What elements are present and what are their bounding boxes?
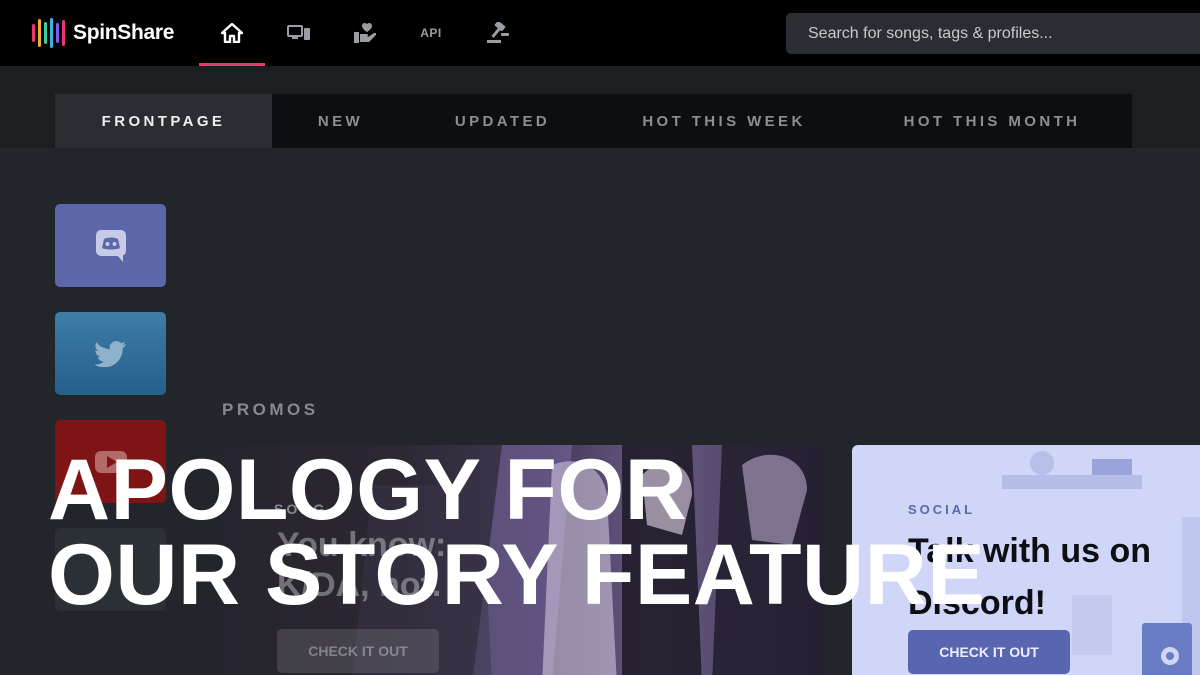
category-tab-strip: FRONTPAGE NEW UPDATED HOT THIS WEEK HOT … xyxy=(0,66,1200,148)
tab-label: NEW xyxy=(317,112,364,130)
tab-new[interactable]: NEW xyxy=(272,94,409,148)
headline-line-2: OUR STORY FEATURE xyxy=(48,527,986,623)
brand-name: SpinShare xyxy=(73,21,175,44)
tab-hot-this-month[interactable]: HOT THIS MONTH xyxy=(852,94,1132,148)
nav-home[interactable] xyxy=(199,0,265,66)
twitter-icon xyxy=(94,340,126,367)
tab-label: HOT THIS WEEK xyxy=(642,112,806,130)
nav-support[interactable] xyxy=(332,0,398,66)
button-label: CHECK IT OUT xyxy=(308,643,408,659)
spinshare-logo[interactable]: SpinShare xyxy=(32,16,174,50)
headline-line-1: APOLOGY FOR xyxy=(48,442,688,538)
tab-label: HOT THIS MONTH xyxy=(903,112,1081,130)
search-placeholder: Search for songs, tags & profiles... xyxy=(808,24,1053,42)
button-label: CHECK IT OUT xyxy=(939,644,1039,660)
promos-heading: PROMOS xyxy=(222,400,319,419)
tab-updated[interactable]: UPDATED xyxy=(409,94,596,148)
nav-api-label: API xyxy=(420,26,442,40)
discord-social-button[interactable] xyxy=(55,204,166,287)
top-navigation-bar: SpinShare API Search for songs, tags & p… xyxy=(0,0,1200,66)
overlay-headline: APOLOGY FOR OUR STORY FEATURE xyxy=(48,442,1148,623)
check-it-out-button[interactable]: CHECK IT OUT xyxy=(277,629,439,673)
hand-heart-icon xyxy=(354,22,377,43)
logo-equalizer-icon xyxy=(32,18,65,48)
search-input[interactable]: Search for songs, tags & profiles... xyxy=(786,13,1200,54)
nav-moderation[interactable] xyxy=(465,0,531,66)
tab-label: UPDATED xyxy=(454,112,551,130)
tab-frontpage[interactable]: FRONTPAGE xyxy=(55,94,272,148)
tab-hot-this-week[interactable]: HOT THIS WEEK xyxy=(596,94,852,148)
discord-icon xyxy=(95,229,126,262)
check-it-out-button[interactable]: CHECK IT OUT xyxy=(908,630,1070,674)
tab-label: FRONTPAGE xyxy=(101,112,226,130)
home-icon xyxy=(221,23,243,43)
nav-client[interactable] xyxy=(266,0,332,66)
twitter-social-button[interactable] xyxy=(55,312,166,395)
nav-api[interactable]: API xyxy=(398,0,464,66)
devices-icon xyxy=(287,25,310,40)
gavel-icon xyxy=(487,22,509,43)
